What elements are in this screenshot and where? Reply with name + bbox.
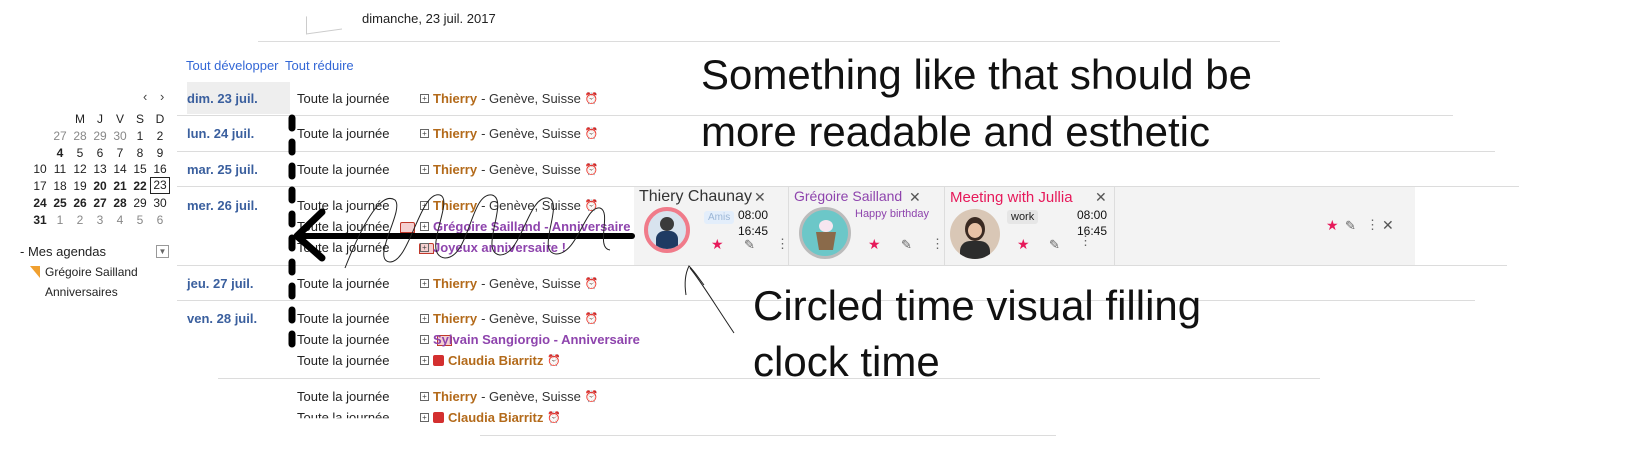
annotation-text: more readable and esthetic xyxy=(701,108,1210,155)
annotation-text: Circled time visual filling xyxy=(753,282,1202,329)
annotation-text: clock time xyxy=(753,338,940,385)
annotation-text: Something like that should be xyxy=(701,51,1253,98)
annotation-pointer-head xyxy=(684,265,705,296)
annotation-pointer-line xyxy=(689,267,735,334)
annotation-scribble xyxy=(344,194,611,269)
